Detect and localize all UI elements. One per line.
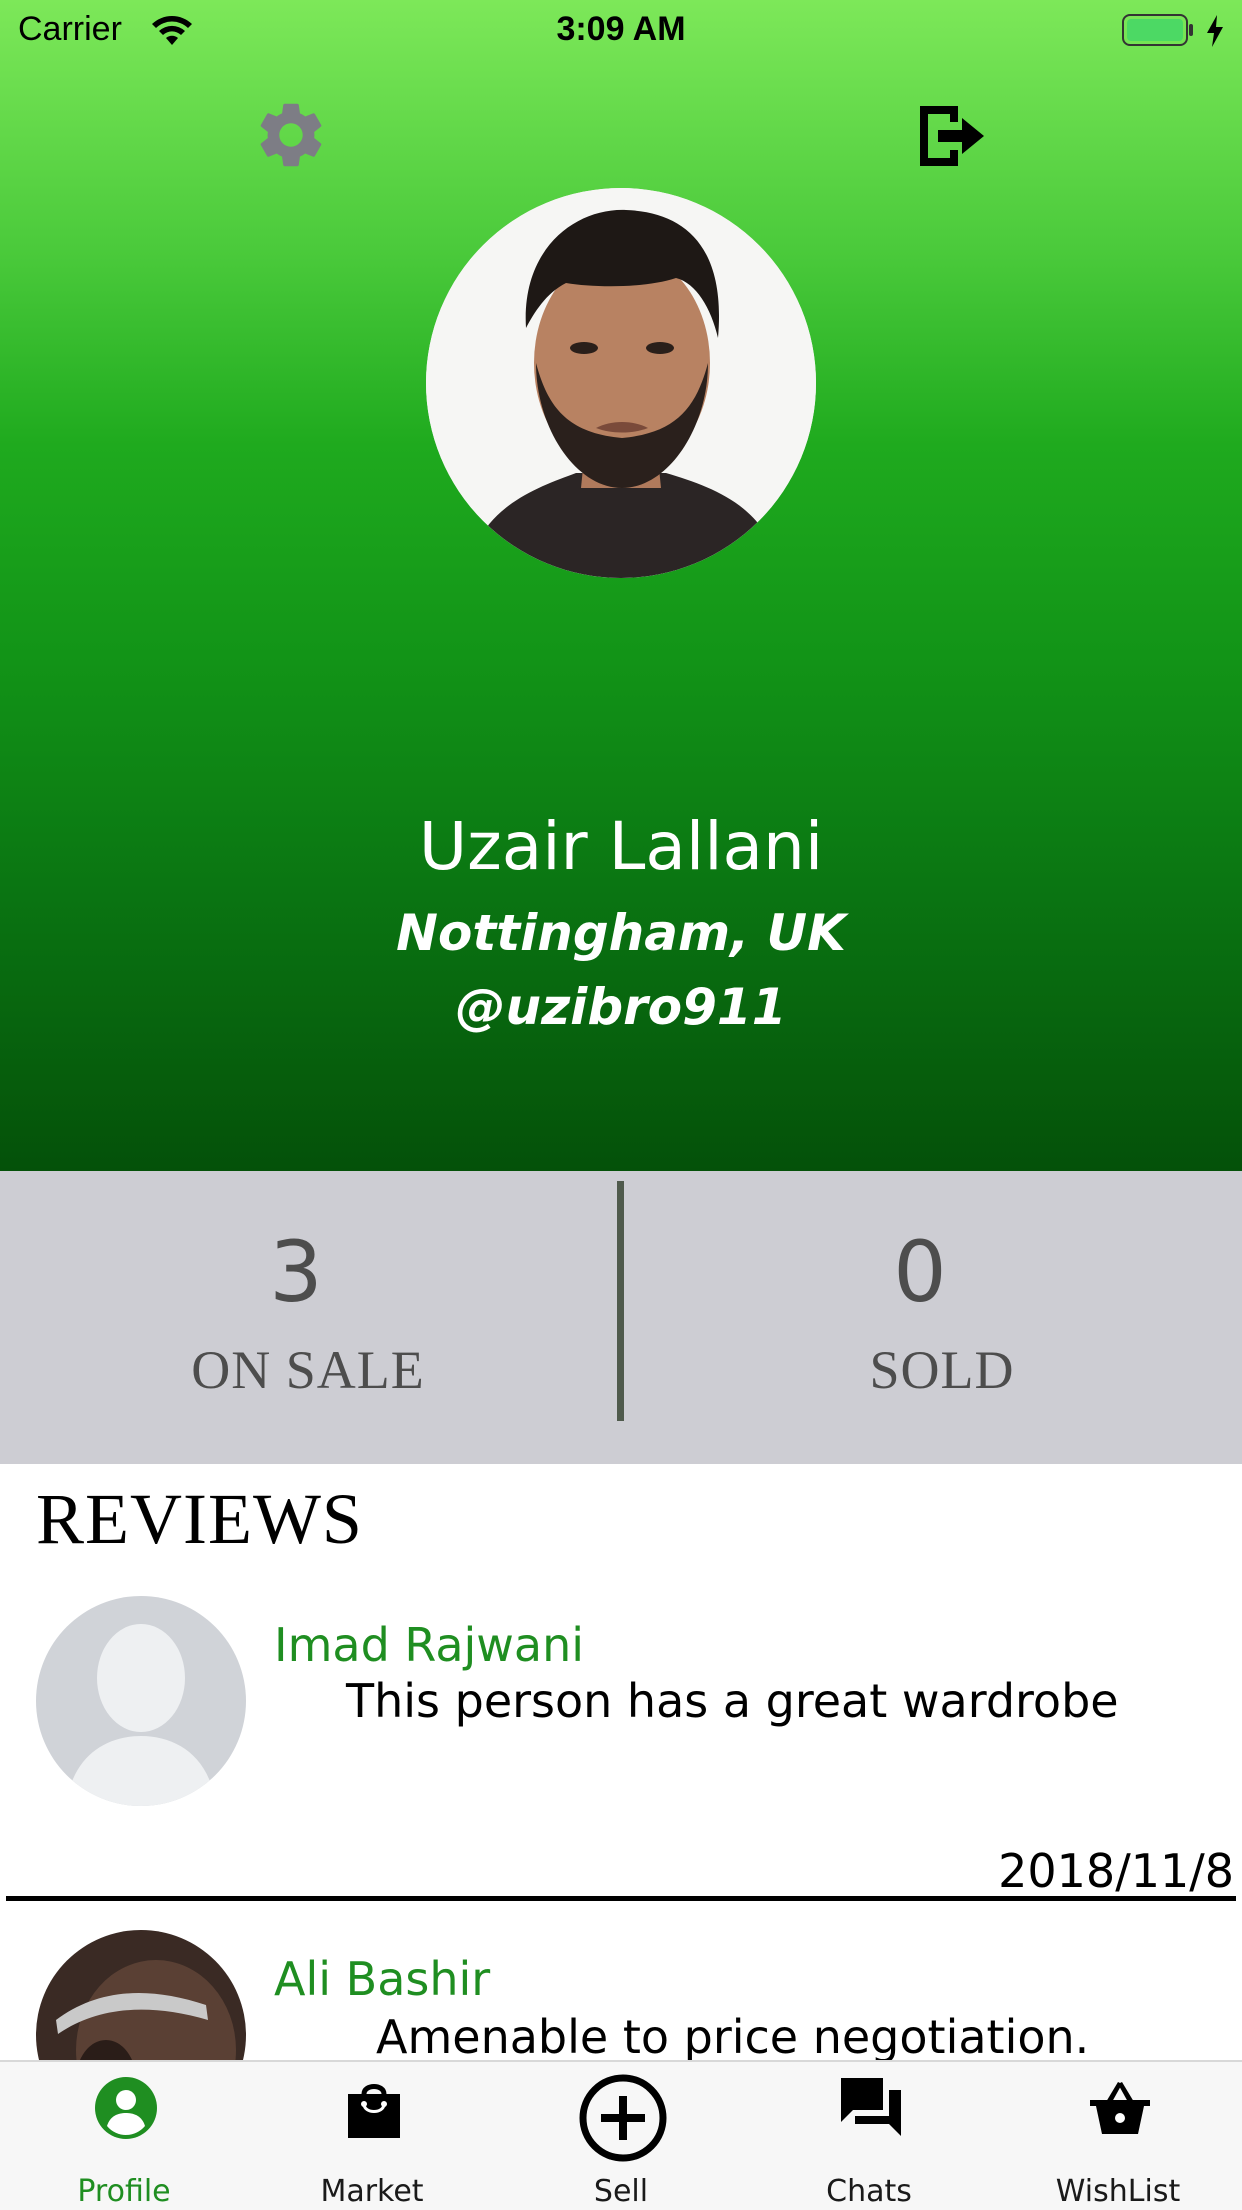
tab-wishlist[interactable]: WishList xyxy=(994,2062,1242,2210)
profile-header: Carrier 3:09 AM Uzair Lallani Nottingham… xyxy=(0,0,1242,1171)
tab-label: Market xyxy=(320,2174,424,2209)
basket-icon xyxy=(1090,2082,1150,2134)
tab-profile[interactable]: Profile xyxy=(0,2062,248,2210)
gear-icon[interactable] xyxy=(252,96,330,174)
battery-icon xyxy=(1122,14,1193,46)
sold-stat[interactable]: 0 SOLD xyxy=(622,1171,1242,1464)
sold-count: 0 xyxy=(893,1223,947,1321)
stats-panel: 3 ON SALE 0 SOLD xyxy=(0,1171,1242,1464)
profile-photo xyxy=(426,188,816,578)
sold-label: SOLD xyxy=(869,1340,1015,1400)
profile-icon xyxy=(95,2077,157,2139)
on-sale-label: ON SALE xyxy=(191,1340,425,1400)
logout-icon[interactable] xyxy=(908,94,992,178)
review-date: 2018/11/8 xyxy=(998,1844,1234,1898)
tab-label: WishList xyxy=(1055,2174,1181,2209)
profile-location: Nottingham, UK xyxy=(396,904,846,962)
tab-sell[interactable]: Sell xyxy=(497,2062,745,2210)
profile-avatar[interactable] xyxy=(426,188,816,578)
profile-handle: @uzibro911 xyxy=(455,978,787,1036)
review-text: This person has a great wardrobe xyxy=(346,1674,1119,1728)
review-item[interactable]: Imad Rajwani This person has a great war… xyxy=(0,1596,1242,1902)
tab-label: Sell xyxy=(593,2174,649,2209)
default-avatar-icon xyxy=(36,1596,246,1806)
chat-icon xyxy=(841,2078,901,2136)
plus-circle-icon xyxy=(579,2074,667,2162)
profile-name: Uzair Lallani xyxy=(418,808,824,885)
reviewer-name[interactable]: Ali Bashir xyxy=(274,1952,490,2006)
on-sale-stat[interactable]: 3 ON SALE xyxy=(0,1171,620,1464)
review-text: Amenable to price negotiation. xyxy=(376,2010,1090,2060)
on-sale-count: 3 xyxy=(269,1223,323,1321)
reviewer-photo xyxy=(36,1930,246,2060)
reviews-heading: REVIEWS xyxy=(36,1479,363,1559)
review-divider xyxy=(6,1896,1236,1901)
reviewer-name[interactable]: Imad Rajwani xyxy=(274,1618,584,1672)
tab-label: Profile xyxy=(77,2174,171,2209)
tab-label: Chats xyxy=(826,2174,912,2209)
charging-icon xyxy=(1207,15,1223,47)
review-item[interactable]: Ali Bashir Amenable to price negotiation… xyxy=(0,1930,1242,2060)
reviewer-avatar xyxy=(36,1930,246,2060)
tab-bar: Profile Market Sell Chats WishList xyxy=(0,2060,1242,2210)
tab-chats[interactable]: Chats xyxy=(745,2062,993,2210)
reviewer-avatar xyxy=(36,1596,246,1806)
status-bar: Carrier 3:09 AM xyxy=(0,0,1242,62)
clock: 3:09 AM xyxy=(556,10,686,48)
tab-market[interactable]: Market xyxy=(248,2062,496,2210)
shopping-bag-icon xyxy=(348,2084,400,2138)
